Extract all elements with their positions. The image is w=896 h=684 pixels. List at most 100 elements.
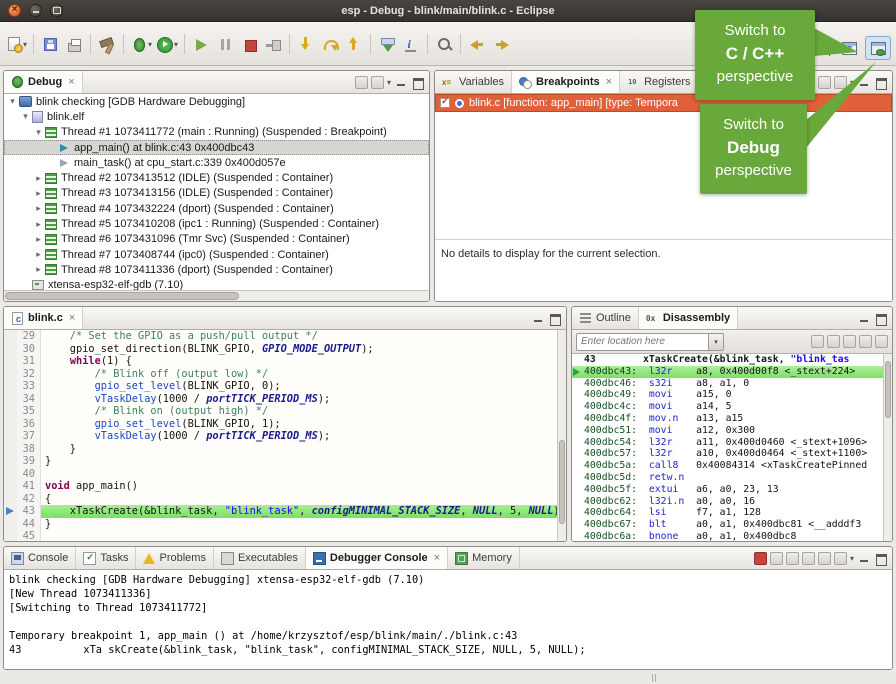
debug-perspective-button[interactable] (865, 36, 891, 60)
debug-tree-item[interactable]: ▾blink.elf (4, 109, 429, 124)
search-button[interactable] (432, 31, 456, 57)
debug-tree-item[interactable]: ▸Thread #2 1073413512 (IDLE) (Suspended … (4, 170, 429, 185)
minimize-button[interactable] (857, 551, 871, 565)
close-icon[interactable] (67, 312, 75, 324)
disassembly-source-row[interactable]: 43 xTaskCreate(&blink_task, "blink_tas (572, 354, 883, 366)
disassembly-row[interactable]: 400dbc6a: bnone a0, a1, 0x400dbc8 (572, 531, 883, 541)
disassembly-row[interactable]: 400dbc5a: call8 0x40084314 <xTaskCreateP… (572, 460, 883, 472)
sync-button[interactable] (875, 335, 888, 348)
code-text[interactable]: /* Set the GPIO as a push/pull output */ (41, 330, 557, 343)
save-button[interactable] (38, 31, 62, 57)
clear-console-button[interactable] (802, 552, 815, 565)
track-expression-button[interactable] (859, 335, 872, 348)
debug-tree-item[interactable]: ▸Thread #3 1073413156 (IDLE) (Suspended … (4, 186, 429, 201)
disassembly-row[interactable]: 400dbc51: movi a12, 0x300 (572, 425, 883, 437)
window-maximize-button[interactable] (50, 4, 63, 17)
disassembly-row[interactable]: 400dbc4f: mov.n a13, a15 (572, 413, 883, 425)
code-text[interactable]: gpio_set_level(BLINK_GPIO, 1); (41, 418, 557, 431)
code-text[interactable] (41, 530, 557, 541)
debug-tree-item[interactable]: ▸Thread #4 1073432224 (dport) (Suspended… (4, 201, 429, 216)
show-source-button[interactable] (843, 335, 856, 348)
tab-disassembly[interactable]: Disassembly (639, 307, 738, 329)
debug-tree-item[interactable]: ▾blink checking [GDB Hardware Debugging] (4, 94, 429, 109)
scrollbar-thumb[interactable] (5, 292, 239, 300)
collapse-all-button[interactable] (371, 76, 384, 89)
code-text[interactable]: gpio_set_level(BLINK_GPIO, 0); (41, 380, 557, 393)
close-icon[interactable] (432, 552, 440, 564)
scrollbar-thumb[interactable] (559, 440, 565, 524)
disassembly-row[interactable]: 400dbc5d: retw.n (572, 472, 883, 484)
tab-breakpoints[interactable]: Breakpoints (512, 71, 620, 93)
combo-dropdown-button[interactable]: ▾ (708, 333, 724, 351)
disassembly-row[interactable]: 400dbc49: movi a15, 0 (572, 389, 883, 401)
tab-registers[interactable]: Registers (620, 71, 698, 93)
debug-tree-item[interactable]: ▾Thread #1 1073411772 (main : Running) (… (4, 125, 429, 140)
view-menu-button[interactable] (850, 76, 854, 88)
step-over-button[interactable] (318, 31, 342, 57)
instruction-stepping-button[interactable] (399, 31, 423, 57)
debug-tree-item[interactable]: main_task() at cpu_start.c:339 0x400d057… (4, 155, 429, 170)
sash-grip[interactable] (652, 674, 653, 682)
code-text[interactable]: /* Blink off (output low) */ (41, 368, 557, 381)
remove-launch-button[interactable] (770, 552, 783, 565)
disassembly-row[interactable]: 400dbc4c: movi a14, 5 (572, 401, 883, 413)
editor-vscrollbar[interactable] (557, 330, 566, 541)
disassembly-row[interactable]: 400dbc67: blt a0, a1, 0x400dbc81 <__addd… (572, 519, 883, 531)
minimize-button[interactable] (857, 311, 871, 325)
disassembly-vscrollbar[interactable] (883, 354, 892, 541)
scroll-lock-button[interactable] (818, 552, 831, 565)
step-return-button[interactable] (342, 31, 366, 57)
print-button[interactable] (62, 31, 86, 57)
debug-tree-item[interactable]: ▸Thread #8 1073411336 (dport) (Suspended… (4, 262, 429, 277)
tab-tasks[interactable]: Tasks (76, 547, 136, 569)
remove-all-terminated-button[interactable] (355, 76, 368, 89)
maximize-button[interactable] (874, 311, 888, 325)
code-text[interactable]: { (41, 493, 557, 506)
window-minimize-button[interactable] (29, 4, 42, 17)
terminate-button[interactable] (237, 31, 261, 57)
code-text[interactable]: /* Blink on (output high) */ (41, 405, 557, 418)
code-text[interactable]: void app_main() (41, 480, 557, 493)
view-menu-button[interactable] (387, 76, 391, 88)
breakpoint-checkbox[interactable] (440, 98, 450, 108)
disassembly-row[interactable]: 400dbc54: l32r a11, 0x400d0460 <_stext+1… (572, 437, 883, 449)
code-text[interactable]: vTaskDelay(1000 / portTICK_PERIOD_MS); (41, 393, 557, 406)
code-text[interactable]: } (41, 455, 557, 468)
maximize-button[interactable] (411, 75, 425, 89)
disassembly-row[interactable]: 400dbc62: l32i.n a0, a0, 16 (572, 496, 883, 508)
step-into-button[interactable] (294, 31, 318, 57)
tab-variables[interactable]: Variables (435, 71, 512, 93)
disassembly-row[interactable]: 400dbc46: s32i a8, a1, 0 (572, 378, 883, 390)
tab-debugger-console[interactable]: Debugger Console (306, 547, 448, 569)
disassembly-row[interactable]: 400dbc64: lsi f7, a1, 128 (572, 507, 883, 519)
minimize-button[interactable] (531, 311, 545, 325)
code-text[interactable] (41, 468, 557, 481)
window-close-button[interactable] (8, 4, 21, 17)
minimize-button[interactable] (857, 75, 871, 89)
back-button[interactable] (465, 31, 489, 57)
skip-all-breakpoints-button[interactable] (818, 76, 831, 89)
maximize-button[interactable] (874, 75, 888, 89)
disassembly-row[interactable]: 400dbc43: l32r a8, 0x400d00f8 <_stext+22… (572, 366, 883, 378)
tab-console[interactable]: Console (4, 547, 76, 569)
tab-outline[interactable]: Outline (572, 307, 639, 329)
drop-to-frame-button[interactable] (375, 31, 399, 57)
debug-tree-item[interactable]: ▸Thread #5 1073410208 (ipc1 : Running) (… (4, 216, 429, 231)
expand-all-button[interactable] (834, 76, 847, 89)
maximize-button[interactable] (548, 311, 562, 325)
console-output[interactable]: blink checking [GDB Hardware Debugging] … (4, 570, 892, 660)
disconnect-button[interactable] (261, 31, 285, 57)
close-icon[interactable] (66, 76, 74, 88)
location-input[interactable] (576, 333, 708, 351)
cpp-perspective-button[interactable] (836, 36, 862, 60)
code-text[interactable]: vTaskDelay(1000 / portTICK_PERIOD_MS); (41, 430, 557, 443)
pin-console-button[interactable] (834, 552, 847, 565)
disassembly-row[interactable]: 400dbc5f: extui a6, a0, 23, 13 (572, 484, 883, 496)
code-text[interactable]: gpio_set_direction(BLINK_GPIO, GPIO_MODE… (41, 343, 557, 356)
tab-problems[interactable]: Problems (136, 547, 213, 569)
run-button[interactable] (154, 31, 180, 57)
suspend-button[interactable] (213, 31, 237, 57)
debug-tree-item[interactable]: app_main() at blink.c:43 0x400dbc43 (4, 140, 429, 155)
home-button[interactable] (811, 335, 824, 348)
tab-memory[interactable]: Memory (448, 547, 520, 569)
